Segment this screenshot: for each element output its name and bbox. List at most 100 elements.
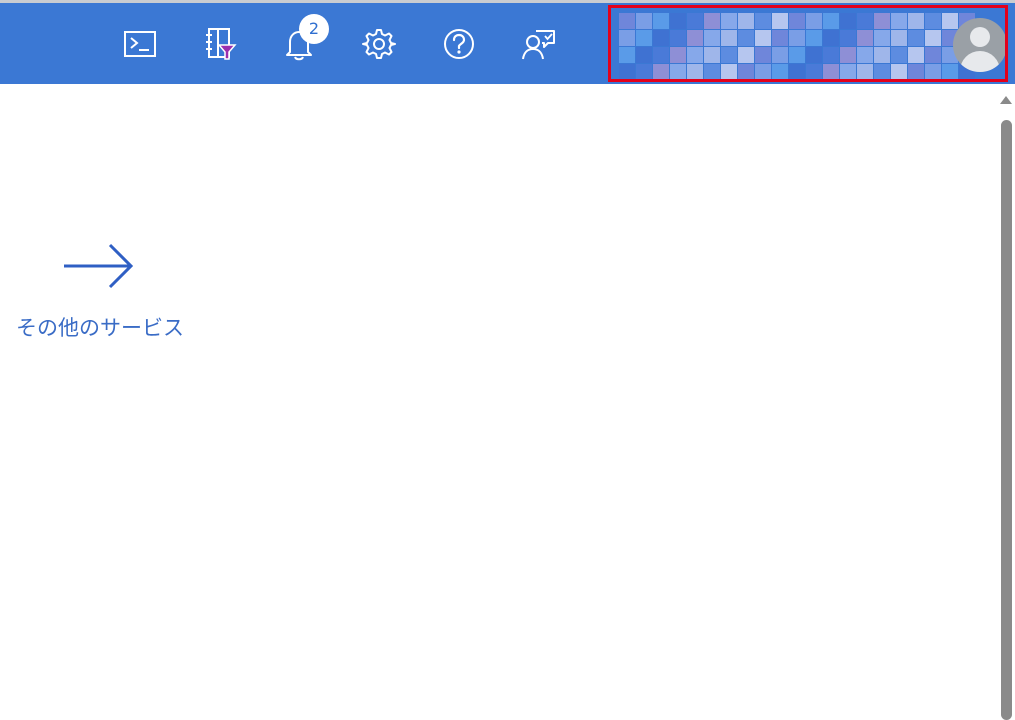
mosaic-cell (619, 13, 635, 29)
avatar-head (970, 27, 990, 47)
mosaic-cell (840, 13, 856, 29)
mosaic-cell (789, 64, 805, 79)
feedback-icon (522, 30, 555, 60)
directory-filter-icon (206, 28, 237, 60)
mosaic-cell (687, 30, 703, 46)
mosaic-cell (840, 30, 856, 46)
mosaic-cell (619, 64, 635, 79)
mosaic-cell (653, 30, 669, 46)
mosaic-cell (704, 30, 720, 46)
mosaic-cell (874, 64, 890, 79)
mosaic-cell (823, 47, 839, 63)
feedback-button[interactable] (519, 24, 559, 64)
mosaic-cell (857, 13, 873, 29)
avatar-body (960, 51, 1000, 72)
mosaic-cell (772, 64, 788, 79)
arrow-right-icon (64, 243, 134, 289)
mosaic-cell (857, 30, 873, 46)
obscured-account-info (619, 13, 975, 79)
mosaic-cell (738, 13, 754, 29)
notification-count-badge[interactable]: 2 (299, 14, 329, 44)
account-menu-button[interactable] (608, 5, 1008, 82)
cloud-shell-button[interactable] (120, 24, 160, 64)
mosaic-cell (653, 13, 669, 29)
mosaic-cell (704, 13, 720, 29)
mosaic-cell (721, 64, 737, 79)
mosaic-cell (619, 47, 635, 63)
settings-button[interactable] (359, 24, 399, 64)
user-avatar-icon (953, 18, 1005, 72)
mosaic-cell (670, 13, 686, 29)
vertical-scrollbar-thumb[interactable] (1001, 120, 1012, 720)
mosaic-cell (908, 64, 924, 79)
mosaic-cell (704, 64, 720, 79)
mosaic-cell (942, 13, 958, 29)
more-services-link[interactable]: その他のサービス (10, 236, 190, 346)
top-navigation-bar: 2 (0, 0, 1015, 84)
help-icon (444, 29, 474, 59)
mosaic-cell (908, 13, 924, 29)
mosaic-cell (772, 30, 788, 46)
mosaic-cell (925, 64, 941, 79)
mosaic-cell (755, 13, 771, 29)
help-button[interactable] (439, 24, 479, 64)
mosaic-cell (721, 30, 737, 46)
mosaic-cell (653, 47, 669, 63)
mosaic-cell (721, 47, 737, 63)
mosaic-cell (908, 30, 924, 46)
mosaic-cell (687, 64, 703, 79)
mosaic-cell (670, 30, 686, 46)
mosaic-cell (636, 30, 652, 46)
cloud-shell-icon (124, 31, 156, 57)
mosaic-cell (874, 30, 890, 46)
mosaic-cell (772, 13, 788, 29)
mosaic-cell (806, 64, 822, 79)
mosaic-cell (619, 30, 635, 46)
mosaic-cell (891, 13, 907, 29)
mosaic-cell (636, 13, 652, 29)
mosaic-cell (789, 30, 805, 46)
mosaic-cell (687, 47, 703, 63)
mosaic-cell (840, 64, 856, 79)
mosaic-cell (738, 64, 754, 79)
mosaic-cell (789, 47, 805, 63)
mosaic-cell (636, 64, 652, 79)
mosaic-cell (857, 64, 873, 79)
gear-icon (362, 29, 396, 59)
mosaic-cell (942, 64, 958, 79)
mosaic-cell (925, 30, 941, 46)
mosaic-cell (806, 47, 822, 63)
mosaic-cell (874, 13, 890, 29)
mosaic-cell (704, 47, 720, 63)
mosaic-cell (908, 47, 924, 63)
mosaic-cell (891, 47, 907, 63)
mosaic-cell (823, 13, 839, 29)
mosaic-cell (721, 13, 737, 29)
mosaic-cell (857, 47, 873, 63)
window-edge (0, 0, 1015, 3)
mosaic-cell (925, 13, 941, 29)
mosaic-cell (755, 64, 771, 79)
mosaic-cell (823, 64, 839, 79)
mosaic-cell (823, 30, 839, 46)
mosaic-cell (738, 30, 754, 46)
mosaic-cell (653, 64, 669, 79)
mosaic-cell (874, 47, 890, 63)
mosaic-cell (670, 47, 686, 63)
mosaic-cell (789, 13, 805, 29)
mosaic-cell (687, 13, 703, 29)
mosaic-cell (891, 30, 907, 46)
scroll-up-arrow-icon[interactable] (999, 95, 1013, 105)
mosaic-cell (670, 64, 686, 79)
mosaic-cell (755, 30, 771, 46)
mosaic-cell (891, 64, 907, 79)
mosaic-cell (755, 47, 771, 63)
mosaic-cell (806, 13, 822, 29)
more-services-label: その他のサービス (16, 316, 184, 340)
mosaic-cell (925, 47, 941, 63)
mosaic-cell (806, 30, 822, 46)
directory-filter-button[interactable] (199, 24, 239, 64)
mosaic-cell (772, 47, 788, 63)
mosaic-cell (636, 47, 652, 63)
mosaic-cell (738, 47, 754, 63)
